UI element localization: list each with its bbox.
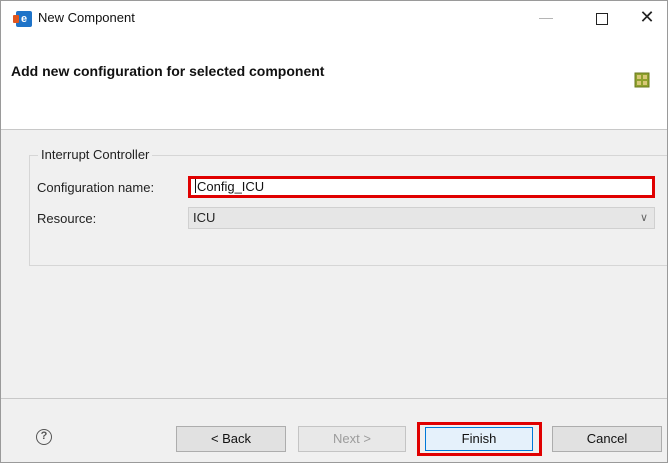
back-button[interactable]: < Back [176,426,286,452]
new-component-dialog: e New Component — ✕ Add new configuratio… [0,0,668,463]
window-title: New Component [38,10,135,25]
minimize-button[interactable]: — [523,1,569,35]
wizard-header: Add new configuration for selected compo… [1,35,667,130]
wizard-content: Interrupt Controller Configuration name:… [1,130,667,398]
cancel-button[interactable]: Cancel [552,426,662,452]
help-icon[interactable]: ? [36,429,52,445]
text-caret [195,179,196,193]
configuration-name-value: Config_ICU [197,179,265,194]
next-button[interactable]: Next > [298,426,406,452]
maximize-button[interactable] [579,1,625,35]
page-title: Add new configuration for selected compo… [11,63,325,79]
wizard-footer: ? < Back Next > Finish Cancel [1,398,667,462]
wizard-banner-icon [634,72,650,88]
finish-button[interactable]: Finish [425,427,533,451]
resource-label: Resource: [37,211,97,226]
maximize-icon [596,13,608,25]
close-button[interactable]: ✕ [624,1,667,35]
resource-select[interactable]: ICU ∨ [188,207,655,229]
title-bar: e New Component — ✕ [1,1,667,35]
configuration-name-label: Configuration name: [37,180,155,195]
configuration-name-input[interactable]: Config_ICU [188,176,655,198]
app-icon: e [13,11,32,27]
chevron-down-icon: ∨ [639,212,648,224]
group-label: Interrupt Controller [38,147,153,162]
resource-value: ICU [193,210,216,225]
